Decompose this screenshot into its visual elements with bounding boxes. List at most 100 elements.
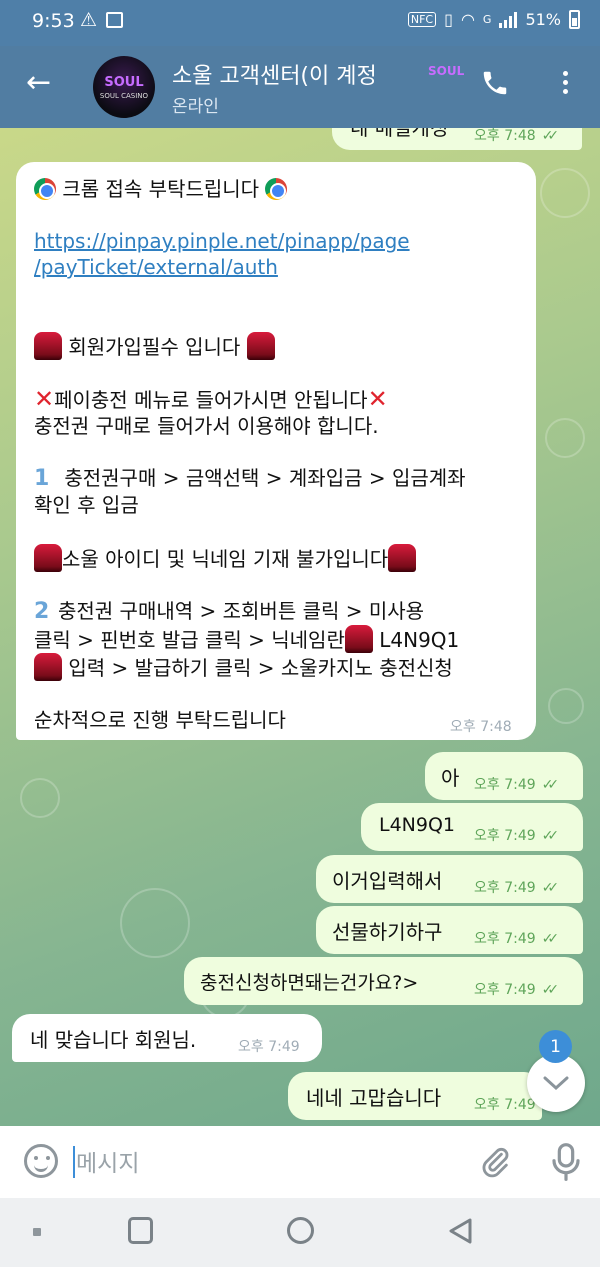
background-doodle [20,778,60,818]
wifi-icon: ◠ [460,10,475,29]
message-time: 오후 7:48 [474,128,536,144]
siren-icon [34,544,62,572]
message-bubble-outgoing[interactable]: 네네 고맙습니다 오후 7:49 [288,1072,542,1120]
keycap-two-icon: 2 [34,599,50,624]
read-check-icon: ✓✓ [541,982,560,998]
message-bubble-outgoing[interactable]: 선물하기하구 오후 7:49 ✓✓ [316,906,583,954]
battery-icon [569,10,580,29]
message-bubble-outgoing[interactable]: 아 오후 7:49 ✓✓ [425,752,583,800]
message-text: 페이충전 메뉴로 들어가시면 안됩니다 [54,388,368,412]
message-text: 선물하기하구 [332,920,443,944]
message-time: 오후 7:49 [474,828,536,844]
online-status: 온라인 [172,97,219,117]
nfc-icon: NFC [407,12,437,27]
avatar-logo-sub: SOUL CASINO [99,91,149,100]
chrome-icon [265,178,288,200]
avatar-logo: SOUL [104,74,144,90]
message-line: 클릭 > 핀번호 발급 클릭 > 닉네임란 L4N9Q1 [34,625,518,653]
message-line: 소울 아이디 및 닉네임 기재 불가입니다 [34,544,518,572]
read-check-icon: ✓✓ [541,880,560,896]
home-icon[interactable] [287,1217,314,1244]
cross-mark-icon: ✕ [34,385,55,413]
message-time: 오후 7:49 [474,1097,536,1113]
menu-dot-icon[interactable] [33,1228,41,1236]
message-line: 1 충전권구매 > 금액선택 > 계좌입금 > 입금계좌 [34,465,518,492]
message-text: 클릭 > 핀번호 발급 클릭 > 닉네임란 [34,628,345,652]
chat-header: ← SOUL SOUL CASINO 소울 고객센터(이 계정 SOUL 온라인 [0,46,600,128]
message-bubble-outgoing[interactable]: 충전신청하면돼는건가요?> 오후 7:49 ✓✓ [184,957,583,1005]
read-check-icon: ✓✓ [541,828,560,844]
avatar[interactable]: SOUL SOUL CASINO [93,56,155,118]
auth-link[interactable]: https://pinpay.pinple.net/pinapp/page [34,228,518,254]
recent-apps-icon[interactable] [128,1217,153,1244]
chevron-down-icon [543,1076,569,1091]
warning-icon: ⚠ [80,9,98,31]
paperclip-icon[interactable] [478,1144,512,1180]
read-check-icon: ✓✓ [541,128,560,144]
message-text: 이거입력해서 [332,869,443,893]
battery-percent: 51% [525,10,561,29]
unread-count-badge: 1 [539,1030,572,1063]
message-time: 오후 7:48 [450,719,512,735]
message-text: 네네 고맙습니다 [306,1086,442,1110]
emoji-icon[interactable] [24,1144,58,1178]
background-doodle [540,168,590,218]
microphone-icon[interactable] [550,1142,582,1182]
read-check-icon: ✓✓ [541,931,560,947]
message-time: 오후 7:49 [474,777,536,793]
back-triangle-icon[interactable] [447,1217,474,1245]
read-check-icon: ✓✓ [541,777,560,793]
message-line: 입력 > 발급하기 클릭 > 소울카지노 충전신청 [34,653,518,681]
vibrate-icon: ▯ [444,10,453,29]
network-type: G [482,13,492,26]
chat-area[interactable]: 네 메일게정 오후 7:48 ✓✓ 크롬 접속 부탁드립니다 https://pi… [0,128,600,1126]
message-text: 충전권 구매내역 > 조회버튼 클릭 > 미사용 [58,599,425,623]
back-arrow-icon[interactable]: ← [26,68,51,98]
auth-link[interactable]: /payTicket/external/auth [34,254,518,280]
message-text: 확인 후 입금 [34,493,139,517]
chat-title[interactable]: 소울 고객센터(이 계정 [172,58,377,90]
message-meta: 오후 7:49 ✓✓ [474,825,560,845]
siren-icon [246,332,275,360]
message-text: 회원가입필수 입니다 [68,335,241,359]
more-options-icon[interactable] [555,71,575,101]
status-time: 9:53 [32,10,75,32]
text-cursor [73,1146,75,1178]
message-text: 충전신청하면돼는건가요?> [200,972,419,994]
message-line: 2 충전권 구매내역 > 조회버튼 클릭 > 미사용 [34,598,518,625]
message-text: 충전권구매 > 금액선택 > 계좌입금 > 입금계좌 [64,466,466,490]
message-text: L4N9Q1 [379,814,456,836]
background-doodle [545,418,585,458]
message-meta: 오후 7:49 ✓✓ [474,877,560,897]
chrome-icon [34,178,56,200]
gallery-icon [106,12,123,28]
message-text: 충전권 구매로 들어가서 이용해야 합니다. [34,414,379,438]
phone-icon[interactable] [480,68,510,98]
message-bubble-outgoing[interactable]: L4N9Q1 오후 7:49 ✓✓ [361,803,583,851]
message-meta: 오후 7:49 ✓✓ [474,774,560,794]
message-bubble-incoming[interactable]: 네 맞습니다 회원님. 오후 7:49 [12,1014,322,1062]
siren-icon [388,544,417,572]
keycap-one-icon: 1 [34,466,50,491]
siren-icon [344,625,373,653]
message-input[interactable]: 메시지 [76,1144,139,1178]
message-text: 네 맞습니다 회원님. [30,1028,197,1052]
message-meta: 오후 7:49 ✓✓ [474,928,560,948]
cross-mark-icon: ✕ [367,385,388,413]
message-text: 입력 > 발급하기 클릭 > 소울카지노 충전신청 [68,656,453,680]
message-meta: 오후 7:48 ✓✓ [474,128,560,145]
message-bubble-outgoing[interactable]: 이거입력해서 오후 7:49 ✓✓ [316,855,583,903]
message-text: 크롬 접속 부탁드립니다 [62,177,260,201]
title-logo: SOUL [428,64,465,78]
message-text: 소울 아이디 및 닉네임 기재 불가입니다 [62,547,389,571]
message-bubble-incoming[interactable]: 크롬 접속 부탁드립니다 https://pinpay.pinple.net/p… [16,162,536,740]
background-doodle [548,688,584,724]
status-bar: 9:53 ⚠ NFC ▯ ◠ G 51% [0,0,600,46]
message-text: 네 메일게정 [350,128,449,140]
message-text: L4N9Q1 [379,628,460,652]
message-text: 순차적으로 진행 부탁드립니다 [34,708,286,732]
system-nav-bar [0,1198,600,1267]
message-bubble-outgoing[interactable]: 네 메일게정 오후 7:48 ✓✓ [332,128,582,150]
background-doodle [120,888,190,958]
message-time: 오후 7:49 [474,982,536,998]
